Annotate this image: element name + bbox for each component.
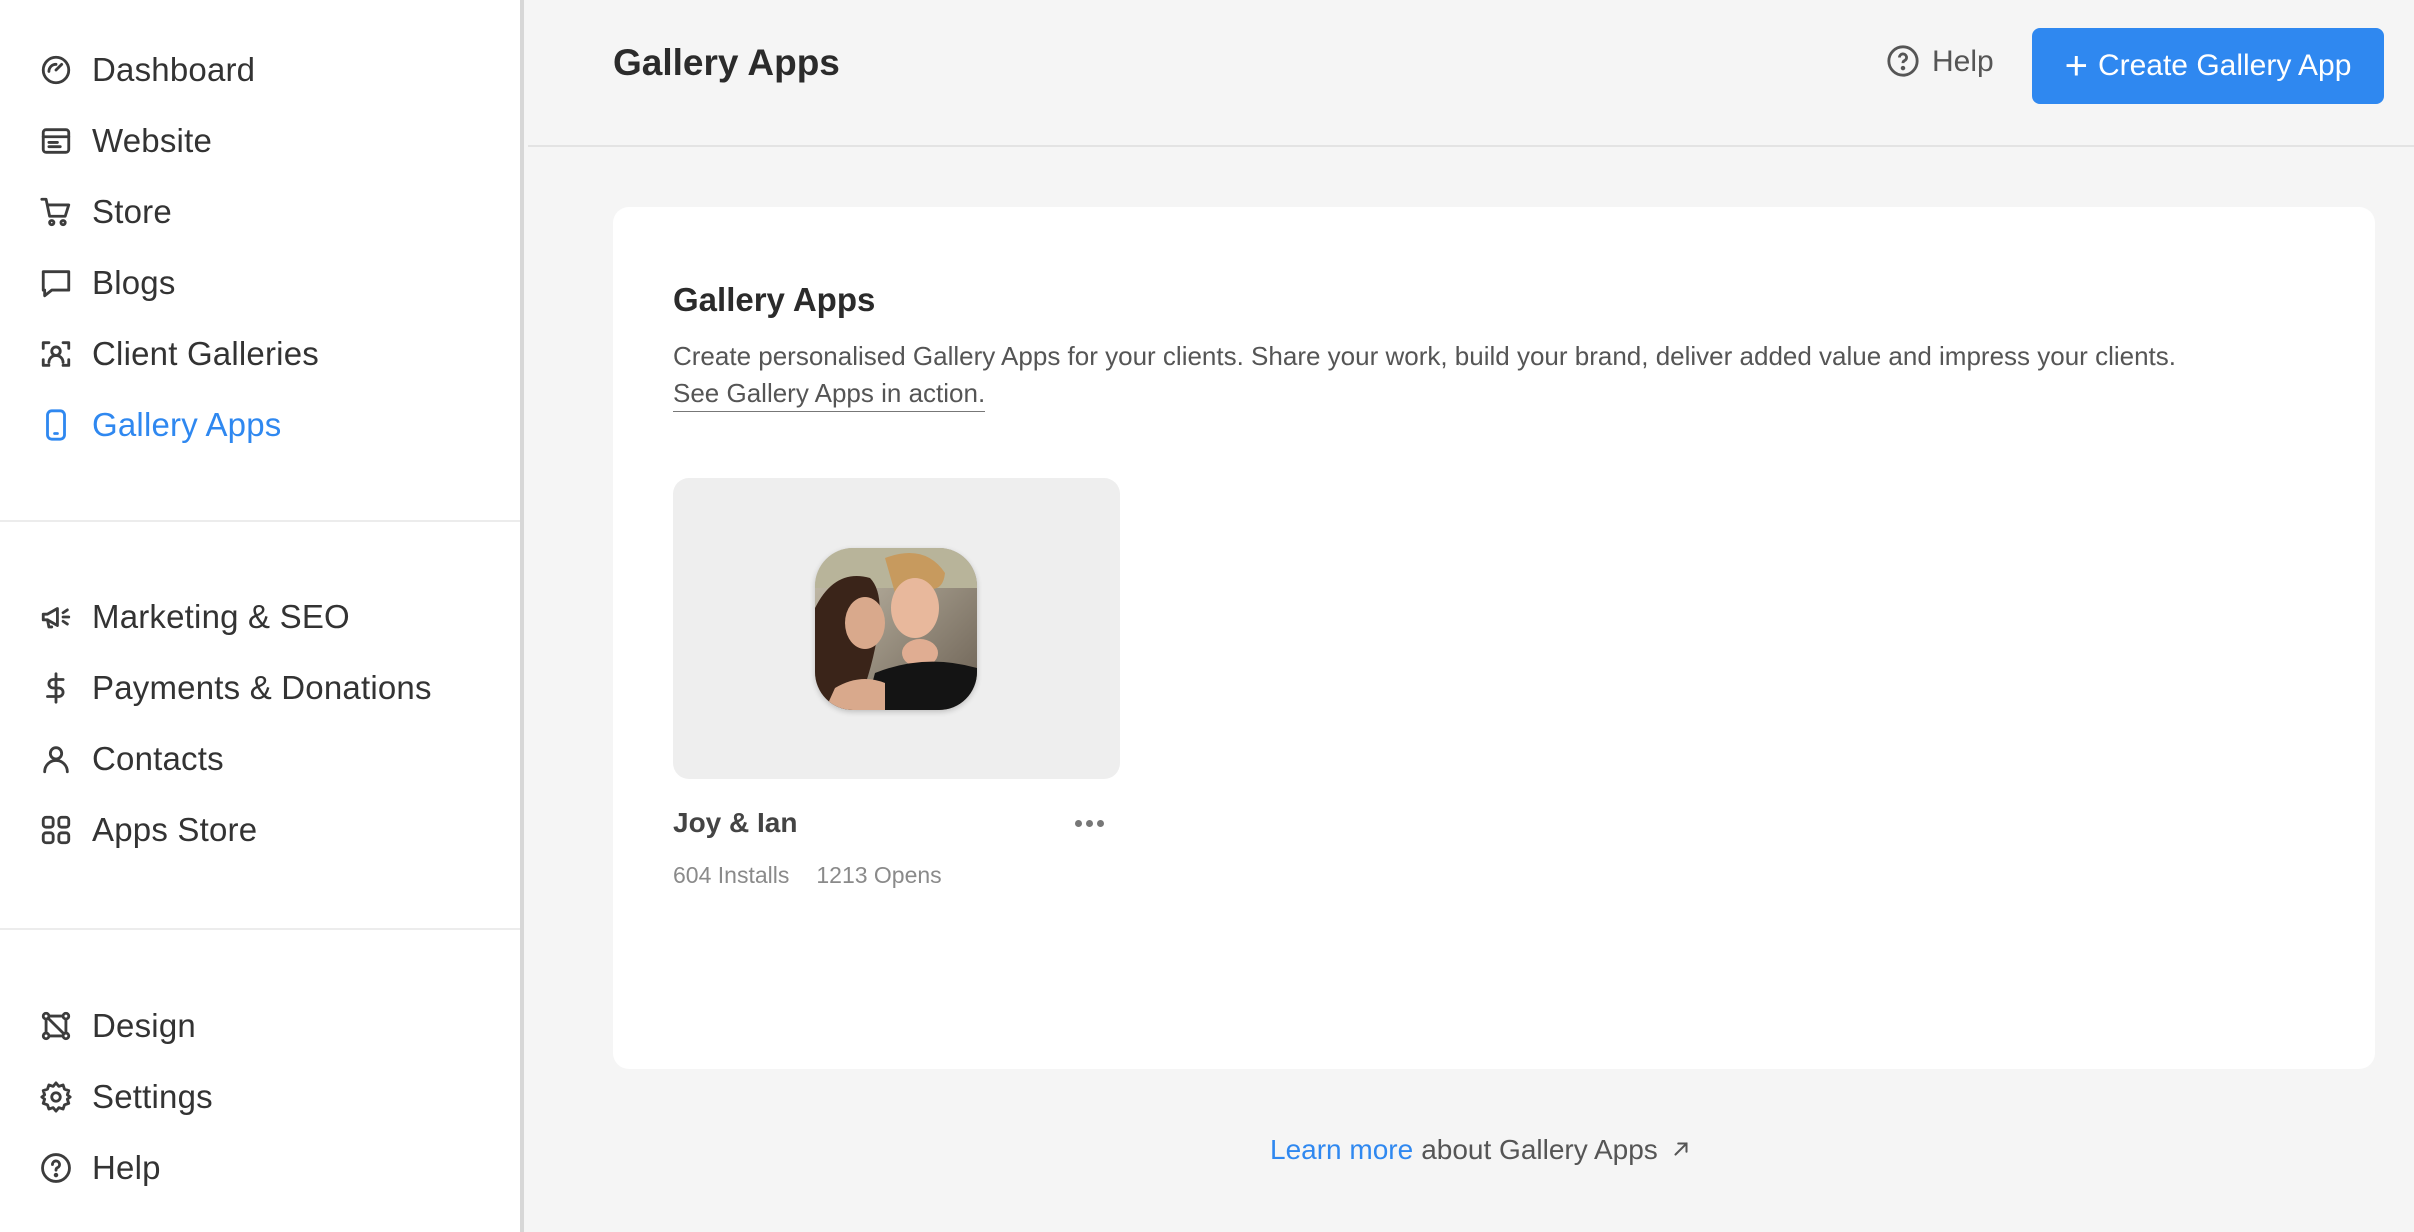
app-stats: 604 Installs 1213 Opens: [673, 862, 942, 889]
sidebar-item-label: Design: [92, 1006, 196, 1044]
learn-more-note: Learn more about Gallery Apps: [1270, 1134, 1694, 1166]
help-circle-icon: [1886, 44, 1922, 80]
sidebar-item-design[interactable]: Design: [0, 990, 520, 1061]
sidebar-item-label: Dashboard: [92, 50, 256, 88]
gear-icon: [36, 1077, 76, 1117]
face-scan-icon: [36, 334, 76, 374]
nav-group-main: Dashboard Website Store Blogs Client Gal…: [0, 34, 520, 460]
sidebar-item-label: Gallery Apps: [92, 405, 282, 443]
dot-icon: [1096, 819, 1104, 827]
sidebar-item-label: Website: [92, 121, 213, 159]
learn-more-suffix: about Gallery Apps: [1421, 1134, 1658, 1165]
dot-icon: [1074, 819, 1082, 827]
sidebar-item-client-galleries[interactable]: Client Galleries: [0, 318, 520, 389]
page-header: Gallery Apps Help + Create Gallery App: [528, 0, 2414, 147]
sidebar-item-settings[interactable]: Settings: [0, 1061, 520, 1132]
sidebar-item-website[interactable]: Website: [0, 105, 520, 176]
installs-count: 604 Installs: [673, 862, 790, 888]
nav-group-business: Marketing & SEO Payments & Donations Con…: [0, 581, 520, 865]
sidebar-item-gallery-apps[interactable]: Gallery Apps: [0, 389, 520, 460]
website-icon: [36, 121, 76, 161]
sidebar-divider: [0, 928, 520, 930]
design-nodes-icon: [36, 1006, 76, 1046]
sidebar: Dashboard Website Store Blogs Client Gal…: [0, 0, 524, 1232]
sidebar-item-label: Blogs: [92, 263, 176, 301]
opens-count: 1213 Opens: [816, 862, 942, 888]
dashboard-icon: [36, 50, 76, 90]
sidebar-item-contacts[interactable]: Contacts: [0, 723, 520, 794]
chat-bubble-icon: [36, 263, 76, 303]
help-link[interactable]: Help: [1886, 44, 1994, 80]
see-in-action-link[interactable]: See Gallery Apps in action.: [673, 376, 986, 412]
learn-more-link[interactable]: Learn more: [1270, 1134, 1413, 1166]
sidebar-item-store[interactable]: Store: [0, 176, 520, 247]
nav-group-settings: Design Settings Help: [0, 990, 520, 1203]
sidebar-item-label: Store: [92, 192, 172, 230]
sidebar-divider: [0, 520, 520, 522]
gallery-apps-card: Gallery Apps Create personalised Gallery…: [613, 207, 2375, 1069]
help-circle-icon: [36, 1148, 76, 1188]
megaphone-icon: [36, 597, 76, 637]
sidebar-item-label: Settings: [92, 1077, 213, 1115]
more-options-button[interactable]: [1069, 803, 1109, 843]
grid-icon: [36, 810, 76, 850]
sidebar-item-marketing-seo[interactable]: Marketing & SEO: [0, 581, 520, 652]
sidebar-item-apps-store[interactable]: Apps Store: [0, 794, 520, 865]
sidebar-item-label: Client Galleries: [92, 334, 319, 372]
sidebar-item-help[interactable]: Help: [0, 1132, 520, 1203]
create-button-label: Create Gallery App: [2097, 49, 2352, 82]
app-icon-image: [815, 548, 977, 710]
card-description: Create personalised Gallery Apps for you…: [673, 341, 2176, 371]
dot-icon: [1085, 819, 1093, 827]
page-title: Gallery Apps: [613, 42, 840, 83]
create-gallery-app-button[interactable]: + Create Gallery App: [2032, 28, 2384, 104]
app-name: Joy & Ian: [673, 807, 798, 838]
help-label: Help: [1932, 45, 1994, 78]
sidebar-item-dashboard[interactable]: Dashboard: [0, 34, 520, 105]
sidebar-item-label: Marketing & SEO: [92, 597, 350, 635]
external-arrow-icon: [1670, 1138, 1694, 1162]
sidebar-item-label: Payments & Donations: [92, 668, 432, 706]
sidebar-item-payments-donations[interactable]: Payments & Donations: [0, 652, 520, 723]
sidebar-item-label: Contacts: [92, 739, 224, 777]
app-tile[interactable]: [673, 478, 1120, 779]
person-icon: [36, 739, 76, 779]
phone-icon: [36, 405, 76, 445]
card-title: Gallery Apps: [673, 281, 876, 318]
dollar-icon: [36, 668, 76, 708]
sidebar-item-label: Apps Store: [92, 810, 258, 848]
cart-icon: [36, 192, 76, 232]
sidebar-item-blogs[interactable]: Blogs: [0, 247, 520, 318]
plus-icon: +: [2064, 44, 2088, 88]
sidebar-item-label: Help: [92, 1148, 161, 1186]
